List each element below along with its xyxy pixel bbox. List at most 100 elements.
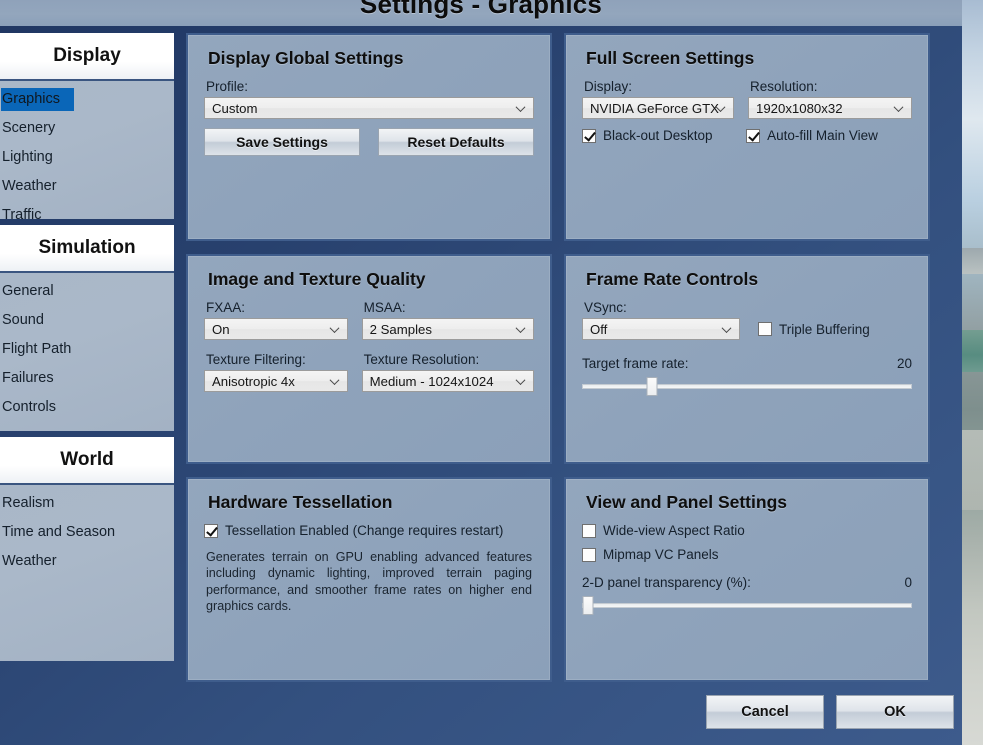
panel-full-screen-settings: Full Screen Settings Display: NVIDIA GeF… [564,33,930,241]
panel-row-1: Display Global Settings Profile: Custom … [186,33,952,241]
sidebar-item-label: General [2,282,54,299]
blackout-desktop-label: Black-out Desktop [603,128,713,143]
panel-title: Image and Texture Quality [208,269,426,289]
sidebar-item-scenery[interactable]: Scenery [0,114,174,143]
msaa-value: 2 Samples [369,321,432,337]
chevron-down-icon [517,103,526,112]
display-label: Display: [584,79,633,94]
panel-view-and-panel-settings: View and Panel Settings Wide-view Aspect… [564,477,930,682]
checkbox-icon [746,128,761,143]
resolution-label: Resolution: [750,79,818,94]
mipmap-vc-panels-checkbox[interactable]: Mipmap VC Panels [582,547,912,562]
panel-hardware-tessellation: Hardware Tessellation Tessellation Enabl… [186,477,552,682]
chevron-down-icon [895,103,904,112]
wide-view-aspect-ratio-label: Wide-view Aspect Ratio [603,523,745,538]
panel-frame-rate-controls: Frame Rate Controls VSync: Off Triple Bu… [564,254,930,464]
sidebar-item-label: Failures [2,369,54,386]
checkbox-icon [204,523,218,538]
sidebar-list-display: Graphics Scenery Lighting Weather Traffi… [0,81,174,223]
autofill-main-view-label: Auto-fill Main View [767,128,878,143]
resolution-dropdown[interactable]: 1920x1080x32 [748,97,912,119]
fxaa-label: FXAA: [206,300,246,315]
sidebar-group-display: Display Graphics Scenery Lighting Weathe… [0,33,174,223]
tessellation-description: Generates terrain on GPU enabling advanc… [206,550,532,614]
triple-buffering-checkbox[interactable]: Triple Buffering [758,322,870,337]
panel-title: View and Panel Settings [586,492,787,512]
sidebar-list-world: Realism Time and Season Weather [0,485,174,661]
texture-resolution-value: Medium - 1024x1024 [369,373,494,389]
fxaa-dropdown[interactable]: On [204,318,348,340]
sidebar-header-world: World [0,437,174,485]
checkbox-icon [758,322,772,336]
sidebar-group-world: World Realism Time and Season Weather [0,437,174,661]
display-dropdown[interactable]: NVIDIA GeForce GTX [582,97,734,119]
save-settings-button[interactable]: Save Settings [204,128,360,156]
chevron-down-icon [517,324,526,333]
sidebar-item-label: Graphics [1,88,75,111]
sidebar-item-time-and-season[interactable]: Time and Season [0,518,174,547]
sidebar-item-general[interactable]: General [0,277,174,306]
vsync-dropdown[interactable]: Off [582,318,740,340]
panel-title: Full Screen Settings [586,48,755,68]
panel-title: Frame Rate Controls [586,269,759,289]
reset-defaults-button[interactable]: Reset Defaults [378,128,534,156]
sidebar-item-label: Weather [2,177,57,194]
sidebar-item-label: Lighting [2,148,53,165]
blackout-desktop-checkbox[interactable]: Black-out Desktop [582,128,732,143]
vsync-label: VSync: [584,300,627,315]
autofill-main-view-checkbox[interactable]: Auto-fill Main View [746,128,912,143]
panel-row-3: Hardware Tessellation Tessellation Enabl… [186,464,952,682]
sidebar-item-weather[interactable]: Weather [0,172,174,201]
tessellation-enabled-checkbox[interactable]: Tessellation Enabled (Change requires re… [204,523,534,538]
sidebar-item-lighting[interactable]: Lighting [0,143,174,172]
panel-transparency-slider[interactable] [582,596,912,615]
sidebar-item-label: Time and Season [2,523,116,540]
slider-thumb[interactable] [582,596,594,615]
panel-display-global-settings: Display Global Settings Profile: Custom … [186,33,552,241]
msaa-label: MSAA: [363,300,406,315]
sidebar-item-flight-path[interactable]: Flight Path [0,335,174,364]
slider-thumb[interactable] [646,377,658,396]
chevron-down-icon [517,376,526,385]
target-frame-rate-value: 20 [896,356,912,371]
sidebar-group-simulation: Simulation General Sound Flight Path Fai… [0,225,174,431]
vsync-value: Off [590,321,608,337]
settings-content: Display Global Settings Profile: Custom … [186,33,952,682]
sidebar-item-label: Weather [2,552,57,569]
panel-title: Hardware Tessellation [208,492,393,512]
profile-value: Custom [212,100,258,116]
slider-track [582,384,912,389]
sidebar-item-label: Controls [2,398,56,415]
tessellation-enabled-label: Tessellation Enabled (Change requires re… [225,523,504,538]
sidebar-navigation: Display Graphics Scenery Lighting Weathe… [0,33,174,681]
sidebar-item-label: Traffic [2,206,42,223]
chevron-down-icon [723,324,732,333]
resolution-value: 1920x1080x32 [756,100,843,116]
sidebar-item-sound[interactable]: Sound [0,306,174,335]
display-value: NVIDIA GeForce GTX [590,100,719,116]
wide-view-aspect-ratio-checkbox[interactable]: Wide-view Aspect Ratio [582,523,912,538]
settings-dialog: Settings - Graphics Display Graphics Sce… [0,0,962,745]
chevron-down-icon [331,324,340,333]
dialog-title: Settings - Graphics [359,0,603,19]
msaa-dropdown[interactable]: 2 Samples [361,318,534,340]
ok-button[interactable]: OK [836,695,954,729]
cancel-button[interactable]: Cancel [706,695,824,729]
slider-track [582,603,912,608]
panel-row-2: Image and Texture Quality FXAA: On MSAA:… [186,241,952,464]
sidebar-item-label: Flight Path [2,340,72,357]
texture-filtering-dropdown[interactable]: Anisotropic 4x [204,370,348,392]
triple-buffering-label: Triple Buffering [779,321,870,337]
profile-dropdown[interactable]: Custom [204,97,534,119]
sidebar-item-controls[interactable]: Controls [0,393,174,422]
sidebar-item-failures[interactable]: Failures [0,364,174,393]
sidebar-header-simulation: Simulation [0,225,174,273]
panel-transparency-value: 0 [904,575,912,590]
sidebar-item-world-weather[interactable]: Weather [0,547,174,576]
sidebar-item-realism[interactable]: Realism [0,489,174,518]
texture-resolution-dropdown[interactable]: Medium - 1024x1024 [361,370,534,392]
sidebar-item-label: Scenery [2,119,56,136]
target-frame-rate-slider[interactable] [582,377,912,396]
sidebar-item-graphics[interactable]: Graphics [0,85,174,114]
texture-resolution-label: Texture Resolution: [363,352,480,367]
